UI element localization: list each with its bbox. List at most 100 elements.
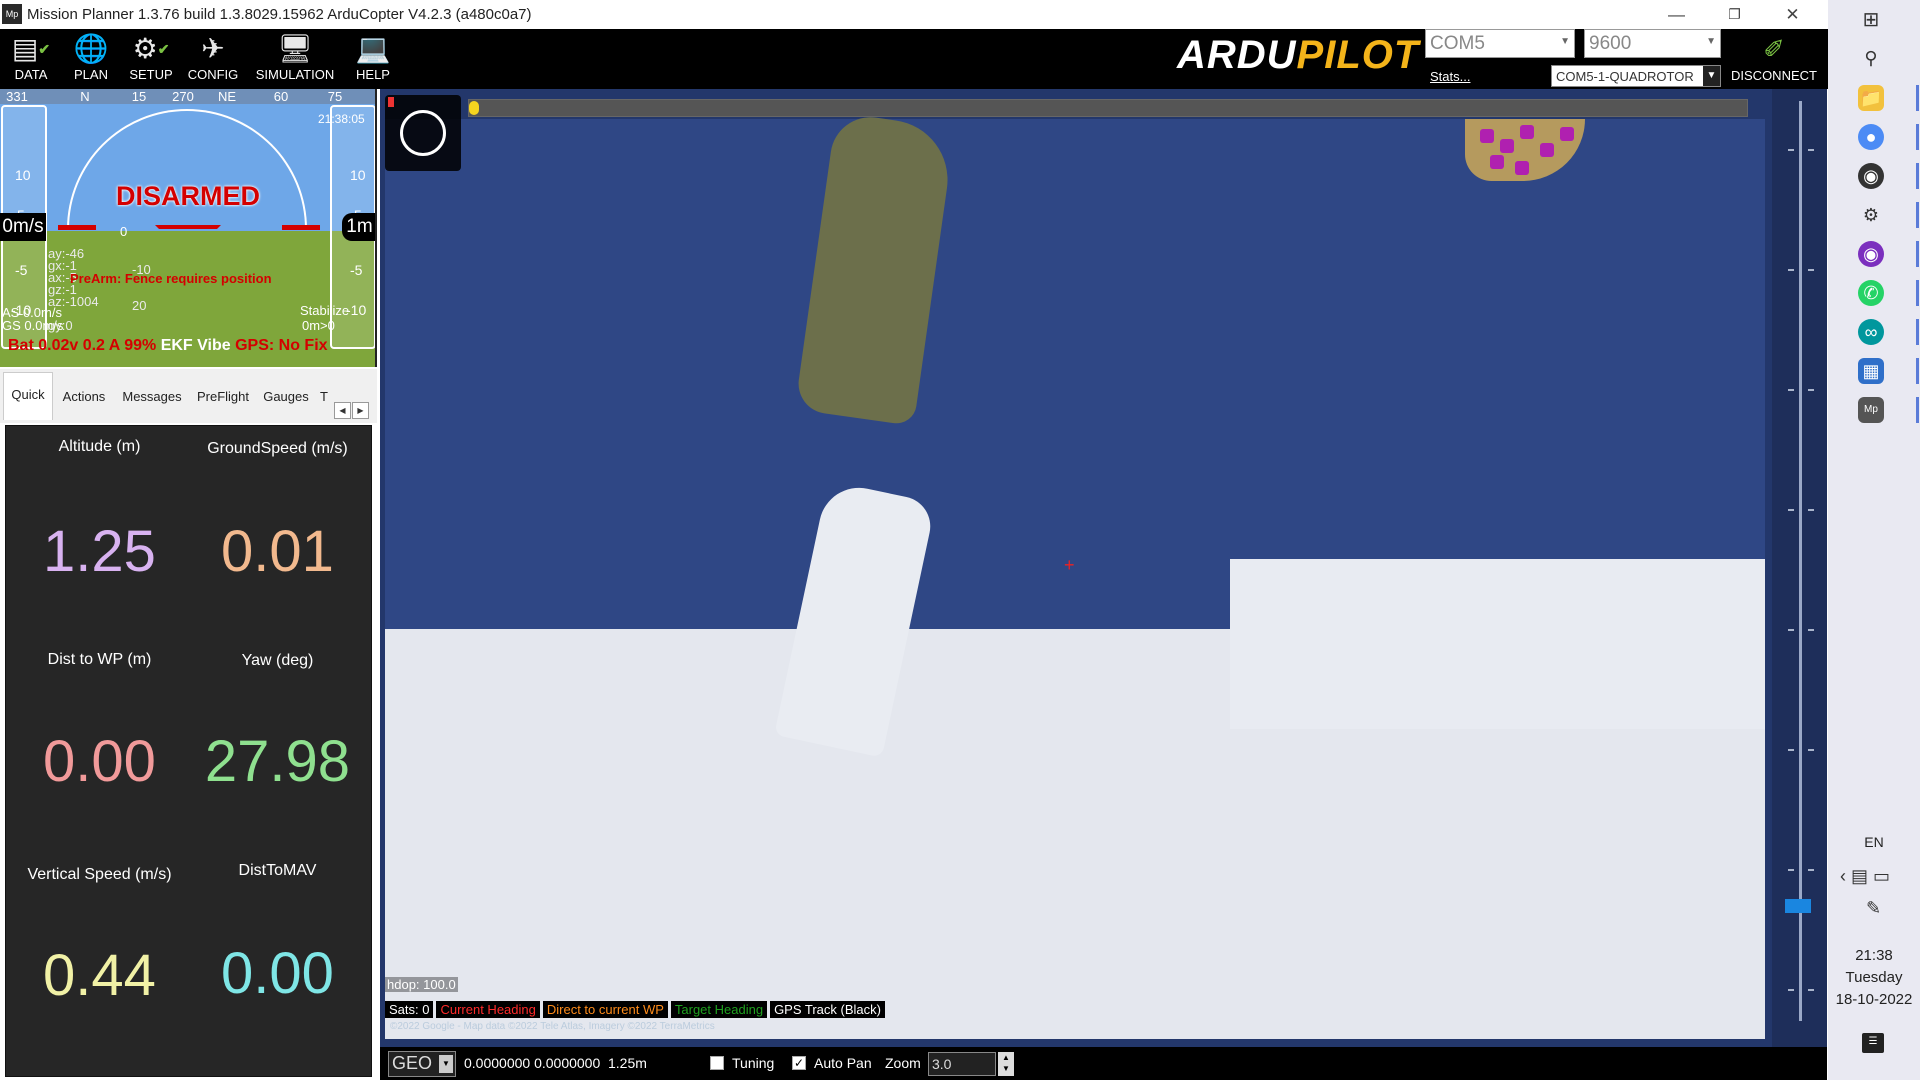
speed-tick: 10 [15, 167, 31, 183]
close-icon[interactable]: ✕ [1764, 0, 1821, 29]
profile-value: COM5-1-QUADROTOR [1556, 69, 1694, 84]
hud-compass-tape: 331 N 15 270 NE 60 75 [0, 89, 375, 104]
groundspeed-label: GS 0.0m/s [2, 318, 64, 333]
zoom-stepper[interactable]: ▲ ▼ [998, 1052, 1014, 1076]
tab-scroll-right-icon[interactable]: ▶ [352, 402, 369, 419]
help-button[interactable]: 💻 HELP [342, 31, 404, 87]
chevron-down-icon: ▼ [1560, 36, 1570, 47]
slider-tick [1808, 629, 1814, 631]
slider-tick [1788, 989, 1794, 991]
notification-icon[interactable]: ☰ [1862, 1033, 1884, 1053]
windows-icon[interactable]: ⊞ [1858, 7, 1884, 33]
quick-value: 1.25 [43, 519, 156, 584]
legend-gps-track: GPS Track (Black) [770, 1001, 885, 1018]
map-overlay-tile [1480, 129, 1494, 143]
speed-readout: 0m/s [0, 213, 46, 241]
flight-mode: Stabilize [300, 303, 350, 318]
whatsapp-icon[interactable]: ✆ [1858, 280, 1884, 306]
chrome-icon[interactable]: ● [1858, 124, 1884, 150]
zoom-input[interactable]: 3.0 [928, 1052, 996, 1076]
slider-tick [1788, 509, 1794, 511]
disconnect-button[interactable]: ✐ DISCONNECT [1728, 31, 1820, 87]
tab-messages[interactable]: Messages [115, 375, 189, 419]
ekf-vibe-status[interactable]: EKF Vibe [161, 337, 231, 354]
battery-icon[interactable]: ▭ [1873, 866, 1890, 886]
setup-button[interactable]: ⚙✔ SETUP [120, 31, 182, 87]
speed-tick: -5 [15, 262, 28, 278]
map-altitude-slider[interactable] [1772, 89, 1827, 1047]
hud-display[interactable]: 331N15270NE6075 10 5 -5 -10 10 5 -5 -10 … [0, 89, 377, 367]
legend-sats: Sats: 0 [385, 1001, 434, 1018]
mode-distance: 0m>0 [302, 318, 335, 333]
autopan-checkbox[interactable]: ✓ [792, 1056, 806, 1070]
input-language[interactable]: EN [1828, 834, 1920, 850]
config-button[interactable]: ✈ CONFIG [182, 31, 244, 87]
github-icon[interactable]: ◉ [1858, 241, 1884, 267]
slider-tick [1788, 389, 1794, 391]
mission-planner-icon[interactable]: Mp [1858, 397, 1884, 423]
tab-actions[interactable]: Actions [58, 375, 110, 419]
photos-icon[interactable]: ▦ [1858, 358, 1884, 384]
stats-link[interactable]: Stats... [1430, 69, 1470, 84]
slider-tick [1808, 509, 1814, 511]
tuning-checkbox[interactable] [710, 1056, 724, 1070]
map-status-bar: GEO ▼ 0.0000000 0.0000000 1.25m Tuning ✓… [380, 1047, 1827, 1080]
slider-tick [1808, 749, 1814, 751]
map-view[interactable]: + hdop: 100.0 Sats: 0 Current Heading Dire… [380, 89, 1827, 1047]
progress-knob[interactable] [469, 101, 479, 115]
plan-label: PLAN [74, 67, 108, 82]
tab-gauges[interactable]: Gauges [258, 375, 314, 419]
windows-taskbar: ⊞ ⚲ 📁 ● ◉ ⚙ ◉ ✆ ∞ ▦ Mp EN ‹ ▤ ▭ ✎ 21:38 … [1828, 0, 1920, 1080]
horizon-bar-right [282, 225, 320, 230]
map-overlay-tile [1560, 127, 1574, 141]
quick-value: 0.00 [221, 941, 334, 1006]
baud-rate-select[interactable]: 9600 ▼ [1584, 29, 1721, 58]
tab-quick[interactable]: Quick [3, 372, 53, 420]
network-icon[interactable]: ▤ [1851, 866, 1868, 886]
minimize-icon[interactable]: — [1648, 0, 1705, 29]
tab-scroll-left-icon[interactable]: ◀ [334, 402, 351, 419]
profile-select[interactable]: COM5-1-QUADROTOR ▼ [1551, 65, 1721, 87]
quick-value: 0.01 [221, 519, 334, 584]
coord-system-value: GEO [392, 1053, 433, 1073]
logo-pilot: PILOT [1296, 33, 1420, 77]
coord-system-select[interactable]: GEO ▼ [388, 1051, 456, 1077]
taskbar-pin-indicator [1916, 124, 1919, 150]
arduino-icon[interactable]: ∞ [1858, 319, 1884, 345]
tab-preflight[interactable]: PreFlight [192, 375, 254, 419]
quick-panel: Altitude (m) 1.25 GroundSpeed (m/s) 0.01… [5, 425, 372, 1077]
map-overlay-tile [1520, 125, 1534, 139]
gps-status: GPS: No Fix [235, 337, 328, 354]
system-clock[interactable]: 21:38 Tuesday 18-10-2022 [1828, 945, 1920, 1011]
simulation-button[interactable]: 🖥 SIMULATION [250, 31, 340, 87]
taskbar-pin-indicator [1916, 358, 1919, 384]
data-button[interactable]: ▤✔ DATA [0, 31, 62, 87]
restore-icon[interactable]: ❐ [1706, 0, 1763, 29]
slider-thumb[interactable] [1785, 899, 1811, 913]
plan-button[interactable]: 🌐 PLAN [60, 31, 122, 87]
help-icon: 💻 [355, 33, 391, 64]
chevron-left-icon[interactable]: ‹ [1840, 866, 1846, 886]
compass-tick: 60 [273, 89, 289, 104]
slider-tick [1788, 749, 1794, 751]
pen-icon[interactable]: ✎ [1866, 898, 1881, 919]
com-port-select[interactable]: COM5 ▼ [1425, 29, 1575, 58]
quick-label: Altitude (m) [58, 438, 141, 455]
search-icon[interactable]: ⚲ [1858, 45, 1884, 71]
settings-icon[interactable]: ⚙ [1858, 202, 1884, 228]
horizon-bar-left [58, 225, 96, 230]
cursor-altitude: 1.25m [608, 1055, 647, 1071]
file-explorer-icon[interactable]: 📁 [1858, 85, 1884, 111]
slider-track [1799, 101, 1802, 1021]
chevron-down-icon: ▼ [1706, 36, 1716, 47]
quick-value: 0.00 [43, 729, 156, 794]
quick-value: 0.44 [43, 943, 156, 1008]
app-logo-icon: Mp [2, 4, 22, 24]
quick-label: GroundSpeed (m/s) [207, 440, 348, 457]
tab-overflow[interactable]: T [318, 375, 330, 419]
legend-current-heading: Current Heading [436, 1001, 540, 1018]
obs-icon[interactable]: ◉ [1858, 163, 1884, 189]
map-progress-bar[interactable] [468, 99, 1748, 117]
setup-icon: ⚙✔ [132, 33, 170, 64]
tab-strip: Quick Actions Messages PreFlight Gauges … [0, 369, 377, 423]
